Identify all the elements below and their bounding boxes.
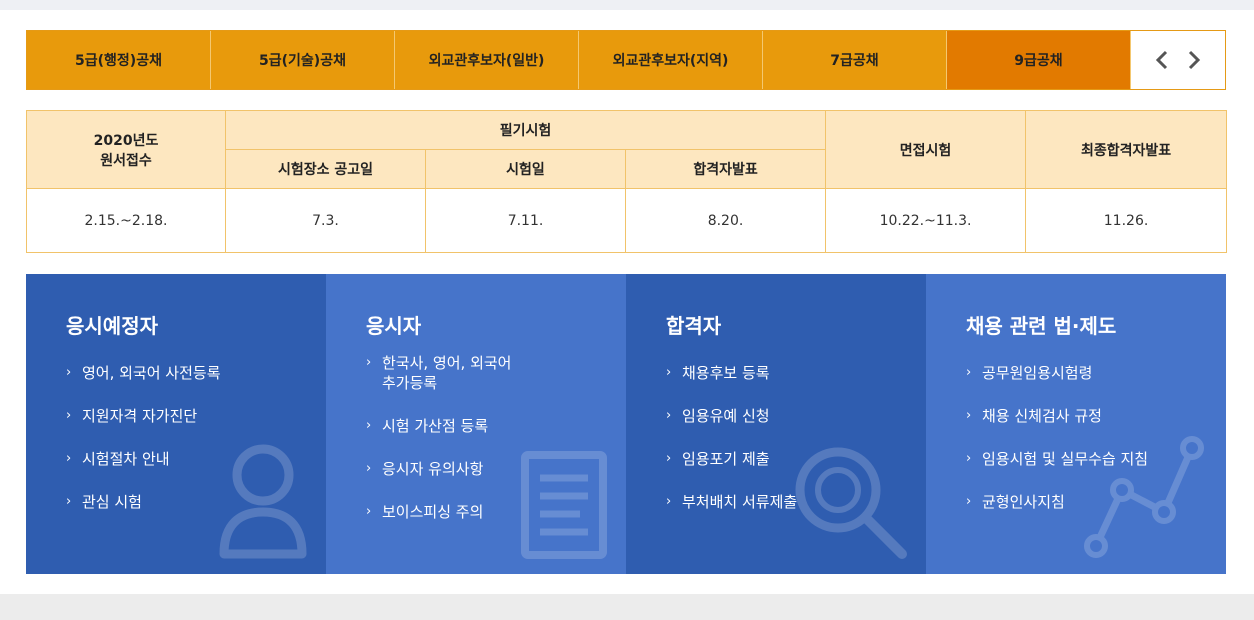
item-label: 영어, 외국어 사전등록 [82, 364, 221, 382]
item-label: 응시자 유의사항 [382, 460, 484, 478]
tab-9[interactable]: 9급공채 [947, 31, 1131, 89]
tab-diplomat-regional[interactable]: 외교관후보자(지역) [579, 31, 763, 89]
item-label: 공무원임용시험령 [982, 364, 1093, 382]
chevron-left-icon[interactable] [1152, 48, 1172, 72]
quick-menu-panels: 응시예정자 › 영어, 외국어 사전등록 › 지원자격 자가진단 › 시험절차 안내 … [26, 274, 1226, 574]
chevron-right-icon: › [66, 494, 72, 509]
item-label: 보이스피싱 주의 [382, 503, 484, 521]
chevron-right-icon: › [666, 408, 672, 423]
chevron-right-icon[interactable] [1184, 48, 1204, 72]
chevron-right-icon: › [966, 451, 972, 466]
item-label: 한국사, 영어, 외국어 [382, 354, 512, 372]
list-item[interactable]: › 채용 신체검사 규정 [966, 406, 1226, 426]
chevron-right-icon: › [366, 355, 372, 370]
top-strip [0, 0, 1254, 10]
document-icon [521, 451, 607, 559]
panel-title: 응시예정자 [66, 314, 158, 338]
list-item[interactable]: › 영어, 외국어 사전등록 [66, 363, 326, 383]
value-interview: 10.22.~11.3. [825, 188, 1027, 253]
value-apply: 2.15.~2.18. [26, 188, 226, 253]
list-item[interactable]: › 시험 가산점 등록 [366, 416, 626, 436]
item-label: 지원자격 자가진단 [82, 407, 198, 425]
schedule-table: 2020년도 원서접수 필기시험 면접시험 최종합격자발표 시험장소 공고일 시… [26, 110, 1228, 253]
panel-title: 합격자 [666, 314, 722, 338]
item-label: 채용후보 등록 [682, 364, 770, 382]
magnifier-icon [795, 447, 907, 559]
panel-applicant: 응시자 › 한국사, 영어, 외국어추가등록 › 시험 가산점 등록 › 응시자 유의… [326, 274, 626, 574]
chevron-right-icon: › [66, 365, 72, 380]
chevron-right-icon: › [666, 365, 672, 380]
list-item[interactable]: › 임용유예 신청 [666, 406, 926, 426]
item-label: 부처배치 서류제출 [682, 493, 798, 511]
panel-successful: 합격자 › 채용후보 등록 › 임용유예 신청 › 임용포기 제출 › 부처배치 서류제… [626, 274, 926, 574]
item-label: 시험 가산점 등록 [382, 417, 489, 435]
chevron-right-icon: › [966, 408, 972, 423]
person-icon [219, 444, 307, 559]
tab-arrows [1131, 31, 1225, 89]
chevron-right-icon: › [66, 451, 72, 466]
tab-diplomat-general[interactable]: 외교관후보자(일반) [395, 31, 579, 89]
value-exam-day: 7.11. [425, 188, 626, 253]
header-venue-notice: 시험장소 공고일 [225, 149, 426, 189]
header-interview: 면접시험 [825, 110, 1027, 189]
tab-5-tech[interactable]: 5급(기술)공채 [211, 31, 395, 89]
header-written: 필기시험 [224, 110, 827, 150]
header-apply-line2: 원서접수 [100, 152, 152, 169]
panel-prospective: 응시예정자 › 영어, 외국어 사전등록 › 지원자격 자가진단 › 시험절차 안내 … [26, 274, 326, 574]
item-label: 임용유예 신청 [682, 407, 770, 425]
item-label: 임용포기 제출 [682, 450, 770, 468]
footer-bar [0, 594, 1254, 620]
item-label-continued: 추가등록 [382, 374, 438, 392]
list-item[interactable]: › 공무원임용시험령 [966, 363, 1226, 383]
chevron-right-icon: › [666, 494, 672, 509]
list-item[interactable]: › 한국사, 영어, 외국어추가등록 [366, 353, 626, 393]
value-final: 11.26. [1025, 188, 1228, 253]
header-final: 최종합격자발표 [1025, 110, 1228, 189]
chevron-right-icon: › [966, 494, 972, 509]
header-exam-day: 시험일 [425, 149, 626, 189]
panel-title: 응시자 [366, 314, 422, 338]
item-label: 시험절차 안내 [82, 450, 170, 468]
chevron-right-icon: › [366, 461, 372, 476]
tab-7[interactable]: 7급공채 [763, 31, 947, 89]
chevron-right-icon: › [366, 418, 372, 433]
item-label: 균형인사지침 [982, 493, 1065, 511]
chevron-right-icon: › [966, 365, 972, 380]
list-item[interactable]: › 채용후보 등록 [666, 363, 926, 383]
panel-title: 채용 관련 법·제도 [966, 314, 1117, 338]
value-venue-notice: 7.3. [225, 188, 426, 253]
header-apply-line1: 2020년도 [93, 132, 159, 149]
chevron-right-icon: › [66, 408, 72, 423]
list-item[interactable]: › 지원자격 자가진단 [66, 406, 326, 426]
graph-icon [1084, 436, 1204, 558]
header-pass-announce: 합격자발표 [624, 149, 827, 189]
panel-law: 채용 관련 법·제도 › 공무원임용시험령 › 채용 신체검사 규정 › 임용시험 및… [926, 274, 1226, 574]
value-pass-announce: 8.20. [624, 188, 827, 253]
exam-tabs: 5급(행정)공채 5급(기술)공채 외교관후보자(일반) 외교관후보자(지역) … [26, 30, 1226, 90]
tab-5-admin[interactable]: 5급(행정)공채 [27, 31, 211, 89]
chevron-right-icon: › [366, 504, 372, 519]
header-apply: 2020년도 원서접수 [26, 110, 226, 189]
chevron-right-icon: › [666, 451, 672, 466]
item-label: 채용 신체검사 규정 [982, 407, 1102, 425]
item-label: 관심 시험 [82, 493, 142, 511]
